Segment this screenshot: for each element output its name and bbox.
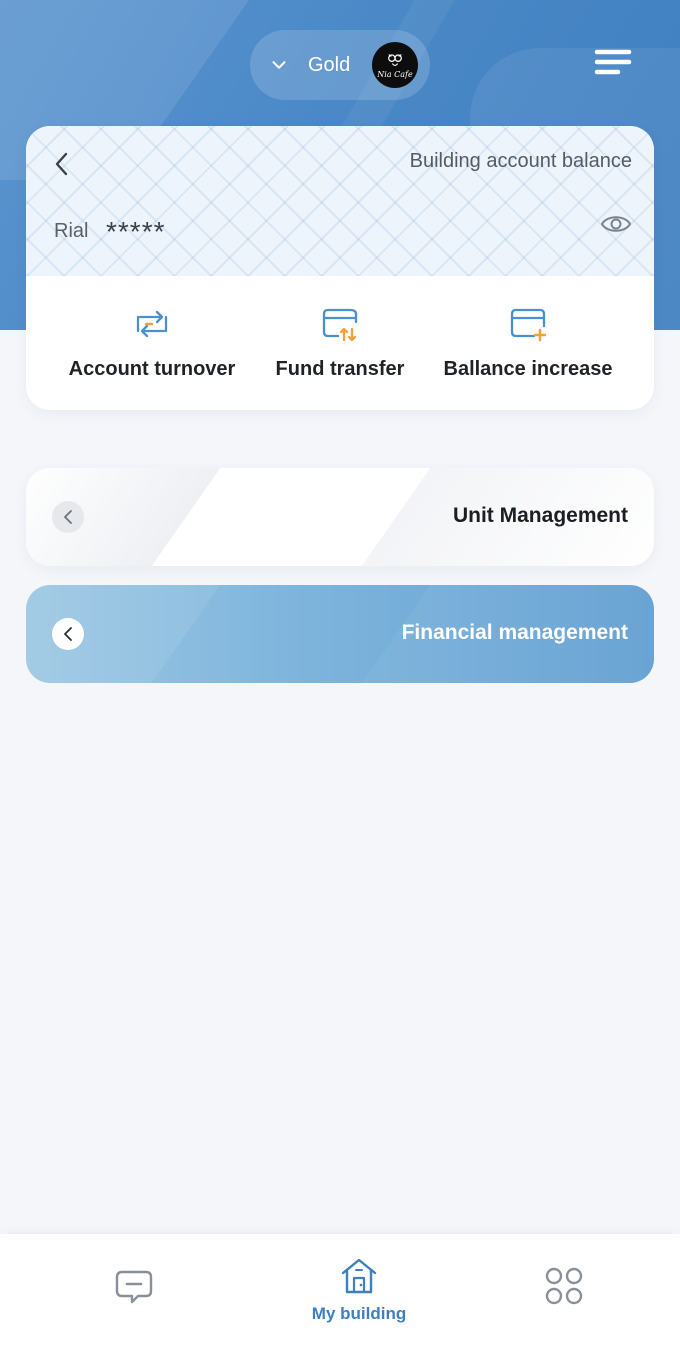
nav-apps[interactable] [464,1234,664,1350]
avatar: Nia Cafe [372,42,418,88]
chevron-left-icon [64,627,72,641]
apps-grid-icon [545,1267,583,1305]
eye-icon[interactable] [600,208,632,240]
message-icon [115,1270,153,1304]
balance-increase-button[interactable]: Ballance increase [428,304,628,394]
bottom-navigation: My building [0,1234,680,1350]
chevron-left-icon[interactable] [50,150,74,178]
expand-button[interactable] [52,618,84,650]
quick-actions: Account turnover Fund transfer Ballance … [26,276,654,410]
action-label: Ballance increase [443,358,613,380]
owl-logo-icon [388,54,402,66]
nav-messages[interactable] [34,1234,234,1350]
panel-title: Unit Management [452,504,628,527]
balance-title: Building account balance [409,150,632,172]
nav-my-building[interactable]: My building [259,1234,459,1350]
unit-management-panel[interactable]: Unit Management [26,468,654,566]
financial-management-panel[interactable]: Financial management [26,585,654,683]
balance-amount: ***** [106,216,166,247]
account-turnover-button[interactable]: Account turnover [52,304,252,394]
menu-icon[interactable] [594,48,632,78]
panel-title: Financial management [401,621,628,644]
fund-transfer-button[interactable]: Fund transfer [240,304,440,394]
expand-button[interactable] [52,501,84,533]
balance-card: Building account balance Rial ***** Acco… [26,126,654,410]
card-transfer-icon [322,308,358,342]
building-icon [341,1258,377,1294]
chevron-left-icon [64,510,72,524]
action-label: Fund transfer [275,358,405,380]
account-name: Gold [308,53,351,76]
account-switcher[interactable]: Gold Nia Cafe [250,30,430,100]
chevron-down-icon [272,61,286,69]
nav-label: My building [311,1304,407,1323]
swap-arrows-icon [136,310,168,338]
avatar-brand-text: Nia Cafe [377,70,413,79]
action-label: Account turnover [68,358,236,380]
card-add-icon [510,308,547,342]
currency-label: Rial [54,220,89,242]
balance-header: Building account balance Rial ***** [26,126,654,276]
